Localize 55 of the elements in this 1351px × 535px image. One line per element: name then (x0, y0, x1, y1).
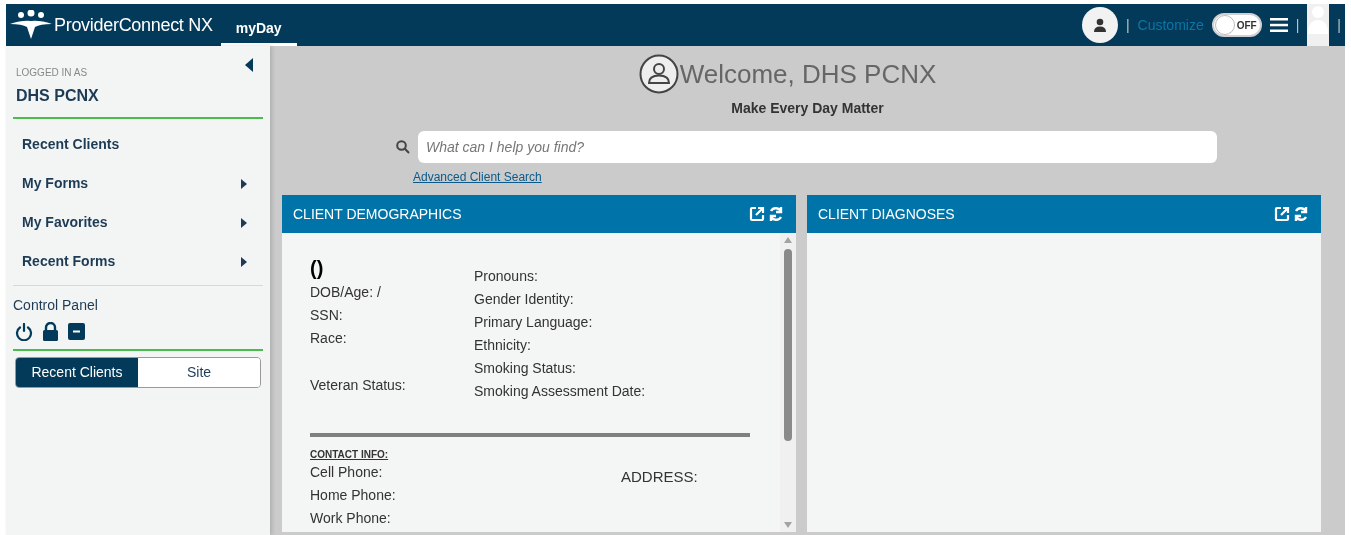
field-label: Smoking Status: (474, 359, 577, 378)
field-label: Gender Identity: (474, 290, 575, 309)
collapse-icon[interactable] (245, 58, 253, 72)
field-label: DOB/Age: / (310, 283, 382, 302)
caret-right-icon (241, 178, 247, 189)
field-label: ADDRESS: (621, 467, 698, 487)
refresh-icon[interactable] (768, 206, 784, 222)
logo-icon (10, 10, 52, 40)
toggle-switch[interactable]: OFF (1211, 13, 1262, 37)
field-label: Smoking Assessment Date: (474, 382, 646, 401)
user-name: DHS PCNX (15, 86, 100, 106)
caret-right-icon (241, 217, 247, 228)
sidebar-item[interactable]: Recent Forms (13, 242, 263, 281)
logged-in-label: LOGGED IN AS (16, 66, 88, 80)
separator: | (1125, 15, 1130, 35)
refresh-icon[interactable] (1293, 206, 1309, 222)
caret-right-icon (241, 256, 247, 267)
external-link-icon[interactable] (749, 206, 765, 222)
profile-button[interactable] (1081, 7, 1118, 43)
search-icon (396, 140, 410, 154)
section-label: Control Panel (13, 296, 99, 315)
user-silhouette-icon (1308, 4, 1329, 34)
client-name: () (310, 256, 325, 281)
lock-icon[interactable] (42, 322, 59, 341)
subtitle: Make Every Day Matter (731, 99, 884, 118)
external-link-icon[interactable] (1274, 206, 1290, 222)
welcome-heading: Welcome, DHS PCNX (679, 57, 937, 91)
field-label: Home Phone: (310, 486, 397, 505)
search-field[interactable]: What can I help you find? (418, 131, 1217, 163)
menu-icon[interactable] (1269, 17, 1288, 33)
segment-tab[interactable]: Site (138, 358, 260, 387)
sidebar-item[interactable]: My Forms (13, 164, 263, 203)
field-label: Cell Phone: (310, 463, 384, 482)
field-label: Veteran Status: (310, 376, 407, 395)
sidebar-item[interactable]: My Favorites (13, 203, 263, 242)
panel-title: CLIENT DIAGNOSES (818, 204, 955, 224)
separator: | (1295, 15, 1300, 35)
advanced-search-link[interactable]: Advanced Client Search (413, 168, 542, 186)
minimize-icon[interactable] (68, 323, 85, 340)
user-circle-icon (638, 54, 679, 94)
field-label: Race: (310, 329, 348, 348)
panel-title: CLIENT DEMOGRAPHICS (293, 204, 462, 224)
separator: | (1337, 15, 1341, 35)
field-label: SSN: (310, 306, 344, 325)
user-avatar[interactable] (1307, 4, 1330, 46)
field-label: Work Phone: (310, 509, 392, 528)
field-label: Ethnicity: (474, 336, 532, 355)
power-icon[interactable] (15, 322, 33, 341)
sidebar-item[interactable]: Recent Clients (13, 125, 263, 164)
field-label: Pronouns: (474, 267, 539, 286)
section-heading: CONTACT INFO: (310, 449, 389, 461)
segment-tab[interactable]: Recent Clients (16, 358, 138, 387)
user-icon (1092, 18, 1107, 32)
app-title: ProviderConnect NX (54, 13, 213, 37)
field-label: Primary Language: (474, 313, 594, 332)
